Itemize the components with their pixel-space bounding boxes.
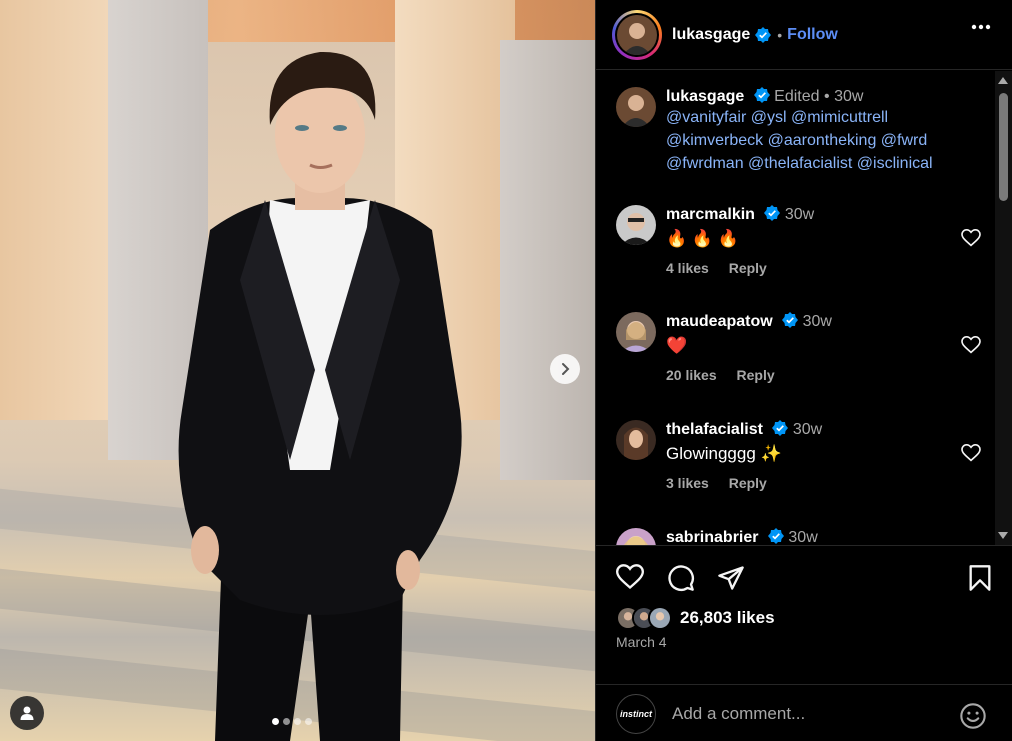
comment: maudeapatow 30w ❤️ 20 likes Reply bbox=[616, 312, 986, 392]
add-comment-input[interactable] bbox=[672, 703, 942, 724]
chevron-right-icon bbox=[562, 363, 570, 375]
comment-text: Glowingggg ✨ bbox=[666, 444, 782, 463]
current-user-avatar[interactable]: instinct bbox=[616, 693, 656, 734]
post-date[interactable]: March 4 bbox=[616, 634, 667, 650]
verified-badge-icon bbox=[764, 205, 781, 221]
comment-username[interactable]: sabrinabrier bbox=[666, 529, 758, 545]
reply-button[interactable]: Reply bbox=[729, 475, 767, 491]
author-avatar[interactable] bbox=[612, 9, 662, 60]
user-icon bbox=[20, 706, 34, 720]
author-username[interactable]: lukasgage bbox=[672, 26, 750, 44]
backdrop-letter bbox=[0, 0, 120, 420]
comment: sabrinabrier 30w bbox=[616, 528, 986, 545]
caption-username[interactable]: lukasgage bbox=[666, 88, 744, 105]
comment-text: 🔥 🔥 🔥 bbox=[666, 229, 739, 248]
carousel-dot bbox=[294, 718, 301, 725]
verified-badge-icon bbox=[767, 528, 784, 544]
comment-username[interactable]: marcmalkin bbox=[666, 206, 755, 223]
comment-likes[interactable]: 3 likes bbox=[666, 475, 709, 491]
caption-time: 30w bbox=[834, 88, 864, 105]
comments-list[interactable]: lukasgage Edited • 30w @vanityfair @ysl … bbox=[596, 71, 1012, 545]
avatar-image bbox=[617, 14, 657, 55]
comment-username[interactable]: maudeapatow bbox=[666, 313, 773, 330]
avatar[interactable] bbox=[616, 312, 656, 352]
man-in-tuxedo bbox=[178, 51, 462, 741]
likes-count[interactable]: 26,803 likes bbox=[680, 608, 775, 628]
add-comment-bar: instinct bbox=[596, 684, 1012, 741]
like-comment-heart-icon[interactable] bbox=[961, 336, 981, 354]
scroll-up-arrow-icon[interactable] bbox=[998, 77, 1008, 84]
separator-dot: • bbox=[824, 88, 830, 105]
comment-time: 30w bbox=[792, 421, 823, 438]
comments-scrollbar[interactable] bbox=[995, 71, 1012, 545]
caption-mentions[interactable]: @vanityfair @ysl @mimicuttrell @kimverbe… bbox=[666, 106, 956, 175]
comment-text: ❤️ bbox=[666, 336, 688, 355]
carousel-indicator bbox=[272, 718, 312, 725]
action-bar bbox=[616, 564, 996, 594]
post-header: lukasgage • Follow bbox=[596, 0, 1012, 70]
separator-dot: • bbox=[777, 26, 783, 43]
like-comment-heart-icon[interactable] bbox=[961, 444, 981, 462]
carousel-dot bbox=[272, 718, 279, 725]
more-horizontal-icon[interactable] bbox=[971, 24, 991, 30]
comment: marcmalkin 30w 🔥 🔥 🔥 4 likes Reply bbox=[616, 205, 986, 285]
comment-username[interactable]: thelafacialist bbox=[666, 421, 763, 438]
tagged-users-button[interactable] bbox=[10, 696, 44, 730]
post-details-panel: lukasgage • Follow lukasgage Edited • 30… bbox=[595, 0, 1012, 741]
reply-button[interactable]: Reply bbox=[729, 260, 767, 276]
avatar[interactable] bbox=[616, 420, 656, 460]
verified-badge-icon bbox=[782, 312, 799, 328]
edited-label: Edited bbox=[774, 88, 820, 105]
comment: thelafacialist 30w Glowingggg ✨ 3 likes … bbox=[616, 420, 986, 500]
reply-button[interactable]: Reply bbox=[737, 367, 775, 383]
avatar-text: instinct bbox=[619, 708, 652, 719]
scroll-down-arrow-icon[interactable] bbox=[998, 532, 1008, 539]
comment-likes[interactable]: 20 likes bbox=[666, 367, 717, 383]
comment-time: 30w bbox=[784, 206, 815, 223]
avatar[interactable] bbox=[616, 528, 656, 545]
avatar[interactable] bbox=[616, 205, 656, 245]
comment-likes[interactable]: 4 likes bbox=[666, 260, 709, 276]
verified-badge-icon bbox=[772, 420, 789, 436]
liked-by-avatars[interactable] bbox=[616, 606, 674, 630]
follow-button[interactable]: Follow bbox=[787, 26, 838, 44]
save-bookmark-icon[interactable] bbox=[968, 564, 992, 592]
likes-summary: 26,803 likes bbox=[616, 606, 775, 630]
scrollbar-thumb[interactable] bbox=[999, 93, 1008, 201]
verified-badge-icon bbox=[753, 87, 770, 103]
verified-badge-icon bbox=[755, 26, 772, 43]
share-paper-plane-icon[interactable] bbox=[717, 564, 745, 592]
emoji-smiley-icon[interactable] bbox=[959, 702, 987, 730]
carousel-dot bbox=[283, 718, 290, 725]
like-heart-icon[interactable] bbox=[616, 564, 644, 590]
avatar[interactable] bbox=[616, 87, 656, 127]
backdrop-letter bbox=[500, 40, 595, 480]
like-comment-heart-icon[interactable] bbox=[961, 229, 981, 247]
carousel-dot bbox=[305, 718, 312, 725]
avatar bbox=[648, 606, 672, 630]
post-photo[interactable] bbox=[0, 0, 595, 741]
comment-time: 30w bbox=[788, 529, 818, 545]
carousel-next-button[interactable] bbox=[550, 354, 580, 384]
post-actions-section: 26,803 likes March 4 instinct bbox=[596, 545, 1012, 741]
comment-bubble-icon[interactable] bbox=[667, 564, 695, 592]
comment-time: 30w bbox=[802, 313, 832, 330]
